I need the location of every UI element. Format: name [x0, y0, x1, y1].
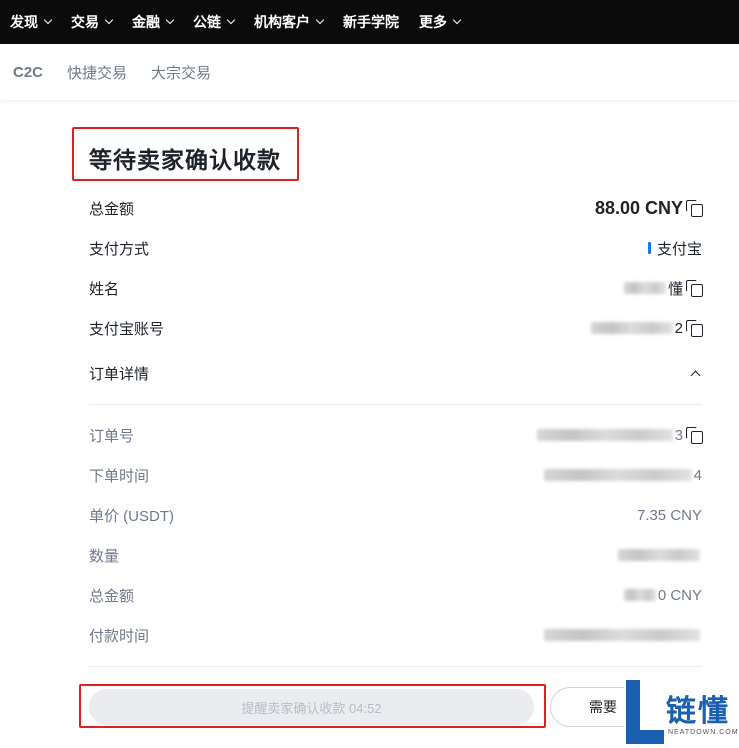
order-number-label: 订单号: [89, 427, 135, 445]
chevron-down-icon: [226, 15, 236, 25]
page-title: 等待卖家确认收款: [89, 147, 281, 173]
nav-item-discover[interactable]: 发现: [10, 12, 53, 32]
subnav-tab-block[interactable]: 大宗交易: [151, 62, 211, 83]
nav-item-finance[interactable]: 金融: [132, 12, 175, 32]
redacted-value: [544, 629, 700, 641]
redacted-value: [543, 469, 692, 481]
alipay-account-value: 2: [674, 319, 683, 337]
unit-price-value: 7.35 CNY: [636, 506, 702, 524]
order-details-label: 订单详情: [89, 365, 150, 383]
subnav-tab-c2c[interactable]: C2C: [13, 64, 43, 81]
l-logo-icon: [626, 680, 664, 744]
detail-total-value: 0 CNY: [657, 586, 702, 604]
created-time-value-wrap: 4: [543, 466, 702, 484]
paid-time-value-wrap: [544, 629, 702, 641]
nav-item-label: 交易: [71, 14, 99, 30]
total-amount-row: 总金额 88.00 CNY: [89, 196, 703, 220]
created-time-value: 4: [693, 466, 702, 484]
paid-time-row: 付款时间: [89, 623, 702, 647]
total-amount-label: 总金额: [89, 200, 135, 218]
payment-method-row: 支付方式 支付宝: [89, 236, 702, 260]
unit-price-row: 单价 (USDT) 7.35 CNY: [89, 503, 702, 527]
alipay-indicator-icon: [647, 242, 651, 254]
created-time-label: 下单时间: [89, 467, 150, 485]
chevron-down-icon: [104, 15, 114, 25]
alipay-account-value-wrap: 2: [590, 319, 703, 337]
order-number-value: 3: [674, 426, 683, 444]
alipay-account-label: 支付宝账号: [89, 320, 165, 338]
sub-nav: C2C 快捷交易 大宗交易: [0, 44, 739, 100]
nav-item-label: 更多: [419, 14, 447, 30]
nav-item-label: 公链: [193, 14, 221, 30]
payment-method-value-wrap: 支付宝: [647, 238, 702, 259]
copy-icon[interactable]: [686, 280, 703, 297]
nav-item-chain[interactable]: 公链: [193, 12, 236, 32]
order-details-toggle[interactable]: 订单详情: [89, 361, 702, 385]
detail-total-label: 总金额: [89, 587, 135, 605]
created-time-row: 下单时间 4: [89, 463, 702, 487]
top-nav: 发现 交易 金融 公链 机构客户 新手学院 更多: [0, 0, 739, 44]
redacted-value: [623, 589, 656, 601]
nav-item-trade[interactable]: 交易: [71, 12, 114, 32]
total-amount-value-wrap: 88.00 CNY: [594, 197, 703, 219]
nav-item-label: 新手学院: [343, 14, 399, 30]
redacted-value: [623, 282, 666, 294]
quantity-row: 数量: [89, 543, 702, 567]
quantity-value-wrap: [618, 549, 702, 561]
chevron-down-icon: [165, 15, 175, 25]
nav-item-institutional[interactable]: 机构客户: [254, 12, 325, 32]
detail-total-row: 总金额 0 CNY: [89, 583, 702, 607]
chevron-up-icon[interactable]: [690, 370, 701, 381]
unit-price-label: 单价 (USDT): [89, 507, 174, 525]
watermark-text: 链懂: [666, 694, 730, 729]
nav-item-label: 机构客户: [254, 14, 310, 30]
copy-icon[interactable]: [686, 200, 703, 217]
alipay-account-row: 支付宝账号 2: [89, 316, 703, 340]
chevron-down-icon: [452, 15, 462, 25]
need-help-label: 需要: [589, 699, 617, 715]
redacted-value: [536, 429, 673, 441]
chevron-down-icon: [315, 15, 325, 25]
paid-time-label: 付款时间: [89, 627, 150, 645]
watermark-sub: NEATDOWN.COM: [668, 729, 739, 736]
remind-seller-button[interactable]: 提醒卖家确认收款 04:52: [89, 689, 534, 725]
divider: [89, 404, 702, 405]
order-number-row: 订单号 3: [89, 423, 703, 447]
copy-icon[interactable]: [686, 320, 703, 337]
nav-item-label: 发现: [10, 14, 38, 30]
redacted-value: [618, 549, 700, 561]
redacted-value: [590, 322, 673, 334]
nav-item-more[interactable]: 更多: [419, 12, 462, 32]
subnav-tab-express[interactable]: 快捷交易: [67, 62, 127, 83]
name-label: 姓名: [89, 280, 120, 298]
divider: [89, 666, 702, 667]
payment-method-value: 支付宝: [656, 240, 702, 258]
nav-item-label: 金融: [132, 14, 160, 30]
nav-item-academy[interactable]: 新手学院: [343, 12, 399, 32]
chevron-down-icon: [43, 15, 53, 25]
name-value-wrap: 懂: [623, 278, 703, 299]
order-number-value-wrap: 3: [536, 426, 703, 444]
name-value: 懂: [667, 280, 683, 298]
watermark-logo: 链懂 NEATDOWN.COM: [624, 676, 739, 748]
total-amount-value: 88.00 CNY: [594, 197, 683, 218]
payment-method-label: 支付方式: [89, 240, 150, 258]
copy-icon[interactable]: [686, 427, 703, 444]
quantity-label: 数量: [89, 547, 120, 565]
detail-total-value-wrap: 0 CNY: [623, 586, 702, 604]
name-row: 姓名 懂: [89, 276, 703, 300]
